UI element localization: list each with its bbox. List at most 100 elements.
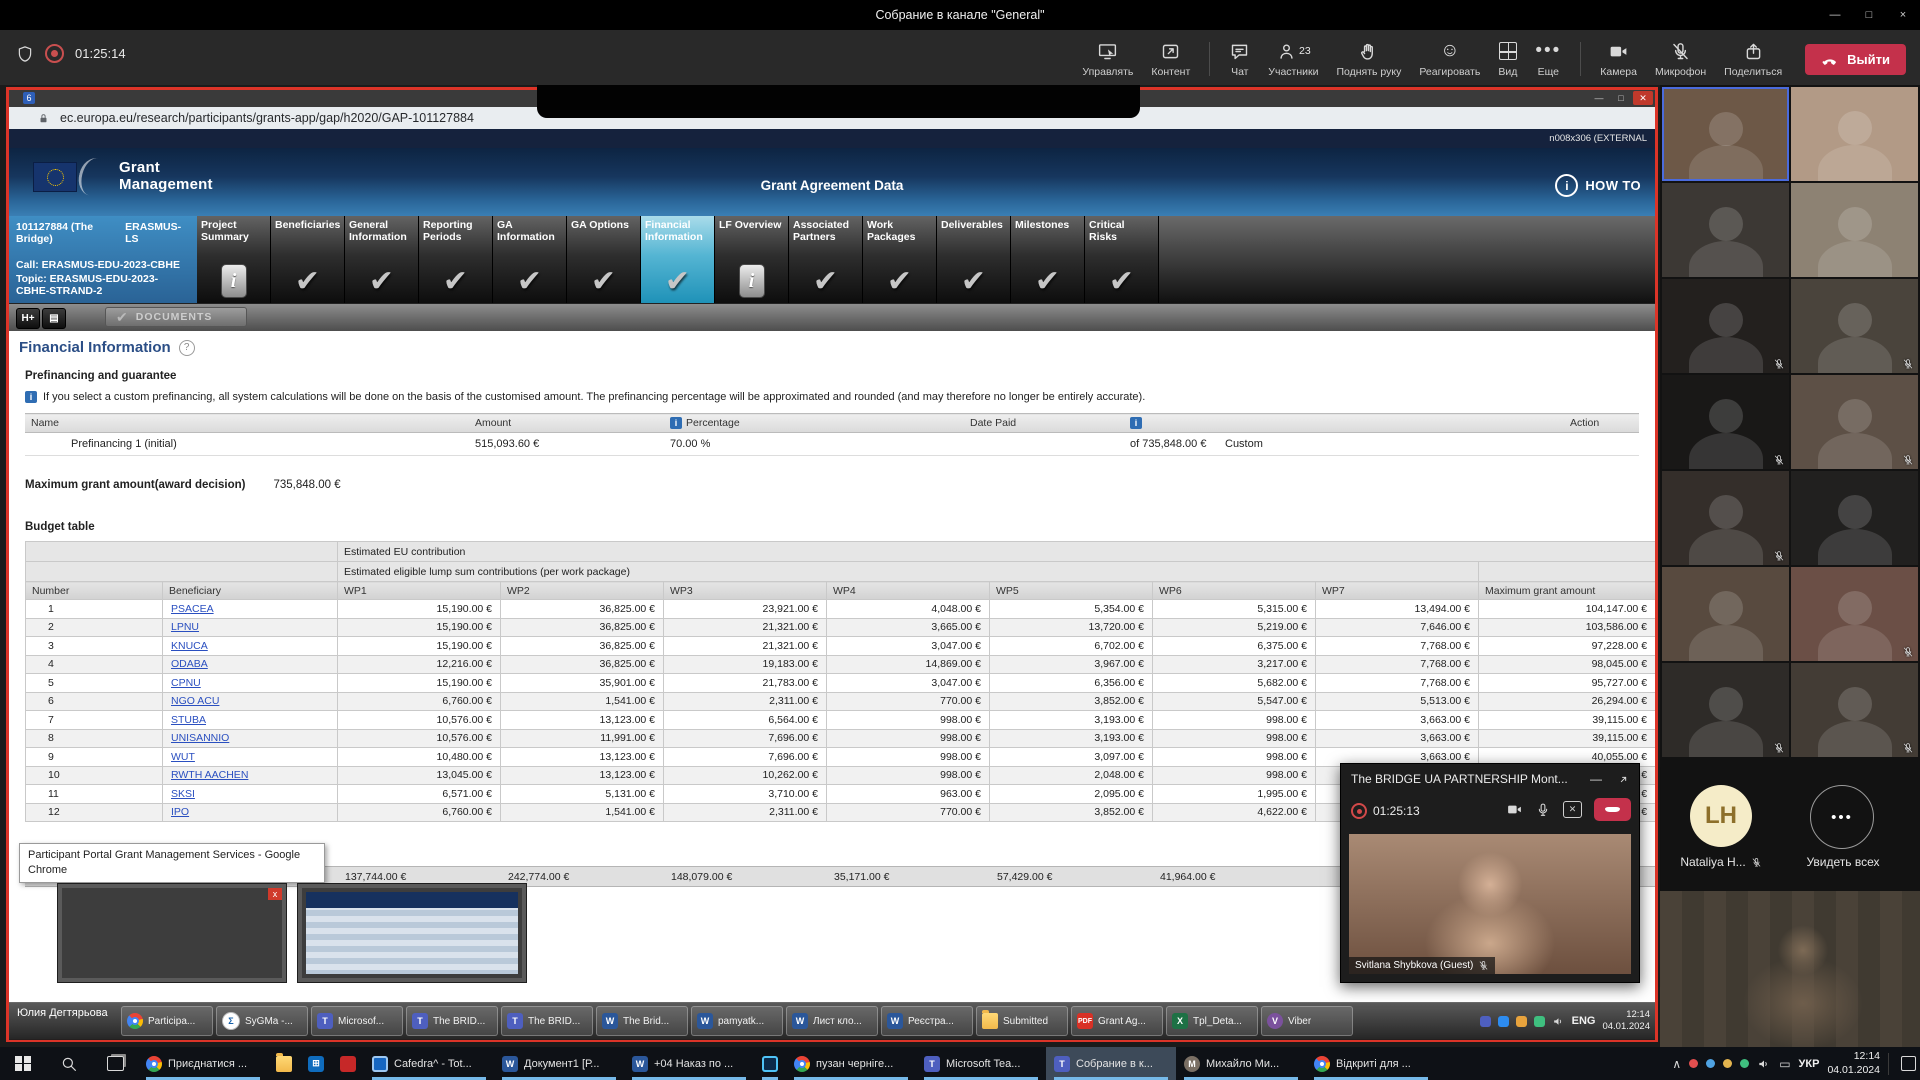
taskbar-item-документ1-р[interactable]: WДокумент1 [Р... bbox=[494, 1047, 624, 1080]
shared-taskbar-item-grant-ag[interactable]: PDFGrant Ag... bbox=[1071, 1006, 1163, 1036]
manage-button[interactable]: Управлять bbox=[1073, 36, 1142, 82]
beneficiary-link[interactable]: KNUCA bbox=[171, 640, 208, 652]
tab-financial-information[interactable]: Financial Information✔ bbox=[641, 216, 715, 303]
participant-video-tile[interactable] bbox=[1791, 471, 1918, 565]
print-view-button[interactable]: ▤ bbox=[42, 308, 66, 329]
participant-video-tile[interactable] bbox=[1791, 375, 1918, 469]
taskbar-item-cafedra-tot[interactable]: Cafedra^ - Tot... bbox=[364, 1047, 494, 1080]
language-indicator[interactable]: ENG bbox=[1572, 1015, 1596, 1027]
speaker-icon[interactable] bbox=[1757, 1057, 1771, 1071]
shared-taskbar-item-реєстра[interactable]: WРеєстра... bbox=[881, 1006, 973, 1036]
close-icon[interactable]: × bbox=[1886, 0, 1920, 30]
tray-teams-icon[interactable] bbox=[1480, 1016, 1491, 1027]
taskbar-item-microsoft-tea[interactable]: TMicrosoft Tea... bbox=[916, 1047, 1046, 1080]
view-button[interactable]: Вид bbox=[1489, 36, 1526, 82]
tray-app-icon[interactable] bbox=[1516, 1016, 1527, 1027]
teams-mini-window[interactable]: The BRIDGE UA PARTNERSHIP Mont... — 01:2… bbox=[1340, 763, 1640, 983]
taskbar-item-михайло-ми[interactable]: ММихайло Ми... bbox=[1176, 1047, 1306, 1080]
shared-taskbar-item-submitted[interactable]: Submitted bbox=[976, 1006, 1068, 1036]
tab-ga-information[interactable]: GA Information✔ bbox=[493, 216, 567, 303]
tab-associated-partners[interactable]: Associated Partners✔ bbox=[789, 216, 863, 303]
tray-app-icon[interactable] bbox=[1706, 1059, 1715, 1068]
participant-video-tile[interactable] bbox=[1662, 471, 1789, 565]
mini-stop-share-icon[interactable]: ✕ bbox=[1563, 801, 1582, 818]
taskbar-item-04-наказ-по[interactable]: W+04 Наказ по ... bbox=[624, 1047, 754, 1080]
shared-taskbar-item-microsof[interactable]: TMicrosof... bbox=[311, 1006, 403, 1036]
tray-chevron-icon[interactable]: ∧ bbox=[1672, 1057, 1681, 1071]
camera-button[interactable]: Камера bbox=[1591, 36, 1646, 82]
shared-taskbar-item-sygma[interactable]: ΣSyGMa -... bbox=[216, 1006, 308, 1036]
taskbar-item-приєднатися[interactable]: Приєднатися ... bbox=[138, 1047, 268, 1080]
beneficiary-link[interactable]: NGO ACU bbox=[171, 695, 219, 707]
shared-taskbar-item-participa[interactable]: Participa... bbox=[121, 1006, 213, 1036]
raise-hand-button[interactable]: Поднять руку bbox=[1327, 36, 1410, 82]
beneficiary-link[interactable]: WUT bbox=[171, 751, 195, 763]
shared-taskbar-item-the-brid[interactable]: TThe BRID... bbox=[501, 1006, 593, 1036]
participants-button[interactable]: 23 Участники bbox=[1259, 36, 1327, 82]
monitor-tray-icon[interactable]: ▭ bbox=[1779, 1057, 1790, 1071]
chat-button[interactable]: Чат bbox=[1220, 36, 1259, 82]
tab-beneficiaries[interactable]: Beneficiaries✔ bbox=[271, 216, 345, 303]
participant-video-tile[interactable] bbox=[1662, 183, 1789, 277]
browser-minimize-icon[interactable]: — bbox=[1589, 91, 1609, 105]
taskbar-item-собрание-в-к[interactable]: TСобрание в к... bbox=[1046, 1047, 1176, 1080]
notifications-icon[interactable] bbox=[1901, 1056, 1916, 1071]
participant-video-tile[interactable] bbox=[1662, 663, 1789, 757]
mini-expand-icon[interactable] bbox=[1616, 772, 1631, 787]
how-to-button[interactable]: i HOW TO bbox=[1555, 174, 1641, 197]
header-toggle-button[interactable]: H+ bbox=[16, 308, 40, 329]
shared-taskbar-item-pamyatk[interactable]: Wpamyatk... bbox=[691, 1006, 783, 1036]
tab-work-packages[interactable]: Work Packages✔ bbox=[863, 216, 937, 303]
shared-taskbar-item-tpl-deta[interactable]: XTpl_Deta... bbox=[1166, 1006, 1258, 1036]
tab-ga-options[interactable]: GA Options✔ bbox=[567, 216, 641, 303]
participant-video-tile[interactable] bbox=[1791, 663, 1918, 757]
tray-app-icon[interactable] bbox=[1723, 1059, 1732, 1068]
tab-milestones[interactable]: Milestones✔ bbox=[1011, 216, 1085, 303]
tray-app-icon[interactable] bbox=[1498, 1016, 1509, 1027]
tab-deliverables[interactable]: Deliverables✔ bbox=[937, 216, 1011, 303]
url-text[interactable]: ec.europa.eu/research/participants/grant… bbox=[60, 111, 474, 125]
beneficiary-link[interactable]: RWTH AACHEN bbox=[171, 769, 248, 781]
beneficiary-link[interactable]: IPO bbox=[171, 806, 189, 818]
participant-video-large[interactable] bbox=[1660, 891, 1920, 1047]
mini-minimize-icon[interactable]: — bbox=[1590, 772, 1602, 786]
beneficiary-link[interactable]: CPNU bbox=[171, 677, 201, 689]
react-button[interactable]: ☺ Реагировать bbox=[1410, 36, 1489, 82]
mini-hangup-button[interactable] bbox=[1594, 798, 1631, 821]
search-button[interactable] bbox=[46, 1047, 92, 1080]
beneficiary-link[interactable]: PSACEA bbox=[171, 603, 214, 615]
start-button[interactable] bbox=[0, 1047, 46, 1080]
share-button[interactable]: Поделиться bbox=[1715, 36, 1791, 82]
shared-taskbar-item-the-brid[interactable]: TThe BRID... bbox=[406, 1006, 498, 1036]
browser-close-icon[interactable]: ✕ bbox=[1633, 91, 1653, 105]
mini-camera-icon[interactable] bbox=[1506, 801, 1523, 818]
participant-video-tile[interactable] bbox=[1662, 567, 1789, 661]
participant-video-tile[interactable] bbox=[1791, 183, 1918, 277]
minimize-icon[interactable]: — bbox=[1818, 0, 1852, 30]
shared-clock[interactable]: 12:14 04.01.2024 bbox=[1602, 1009, 1650, 1034]
taskbar-item-store[interactable]: ⊞ bbox=[300, 1047, 332, 1080]
mini-mic-icon[interactable] bbox=[1535, 802, 1551, 818]
see-all-button[interactable]: ••• bbox=[1810, 785, 1874, 849]
leave-button[interactable]: Выйти bbox=[1805, 44, 1906, 75]
shared-taskbar-item-the-brid[interactable]: WThe Brid... bbox=[596, 1006, 688, 1036]
participant-video-tile[interactable] bbox=[1662, 375, 1789, 469]
help-icon[interactable]: ? bbox=[179, 340, 195, 356]
taskbar-item-відкриті-для[interactable]: Відкриті для ... bbox=[1306, 1047, 1436, 1080]
beneficiary-link[interactable]: ODABA bbox=[171, 658, 208, 670]
taskbar-item-пузан-черніге[interactable]: пузан черніге... bbox=[786, 1047, 916, 1080]
beneficiary-link[interactable]: UNISANNIO bbox=[171, 732, 229, 744]
content-button[interactable]: Контент bbox=[1142, 36, 1199, 82]
avatar[interactable]: LH bbox=[1690, 785, 1752, 847]
language-indicator[interactable]: УКР bbox=[1799, 1058, 1820, 1070]
tray-app-icon[interactable] bbox=[1740, 1059, 1749, 1068]
participant-video-tile[interactable] bbox=[1791, 279, 1918, 373]
microphone-button[interactable]: Микрофон bbox=[1646, 36, 1715, 82]
participant-video-tile[interactable] bbox=[1662, 87, 1789, 181]
beneficiary-link[interactable]: STUBA bbox=[171, 714, 206, 726]
tab-lf-overview[interactable]: LF Overviewi bbox=[715, 216, 789, 303]
shared-taskbar-item-viber[interactable]: VViber bbox=[1261, 1006, 1353, 1036]
preview-close-icon[interactable]: x bbox=[268, 888, 282, 900]
speaker-icon[interactable] bbox=[1552, 1015, 1565, 1028]
shared-taskbar-item-лист-кло[interactable]: WЛист кло... bbox=[786, 1006, 878, 1036]
